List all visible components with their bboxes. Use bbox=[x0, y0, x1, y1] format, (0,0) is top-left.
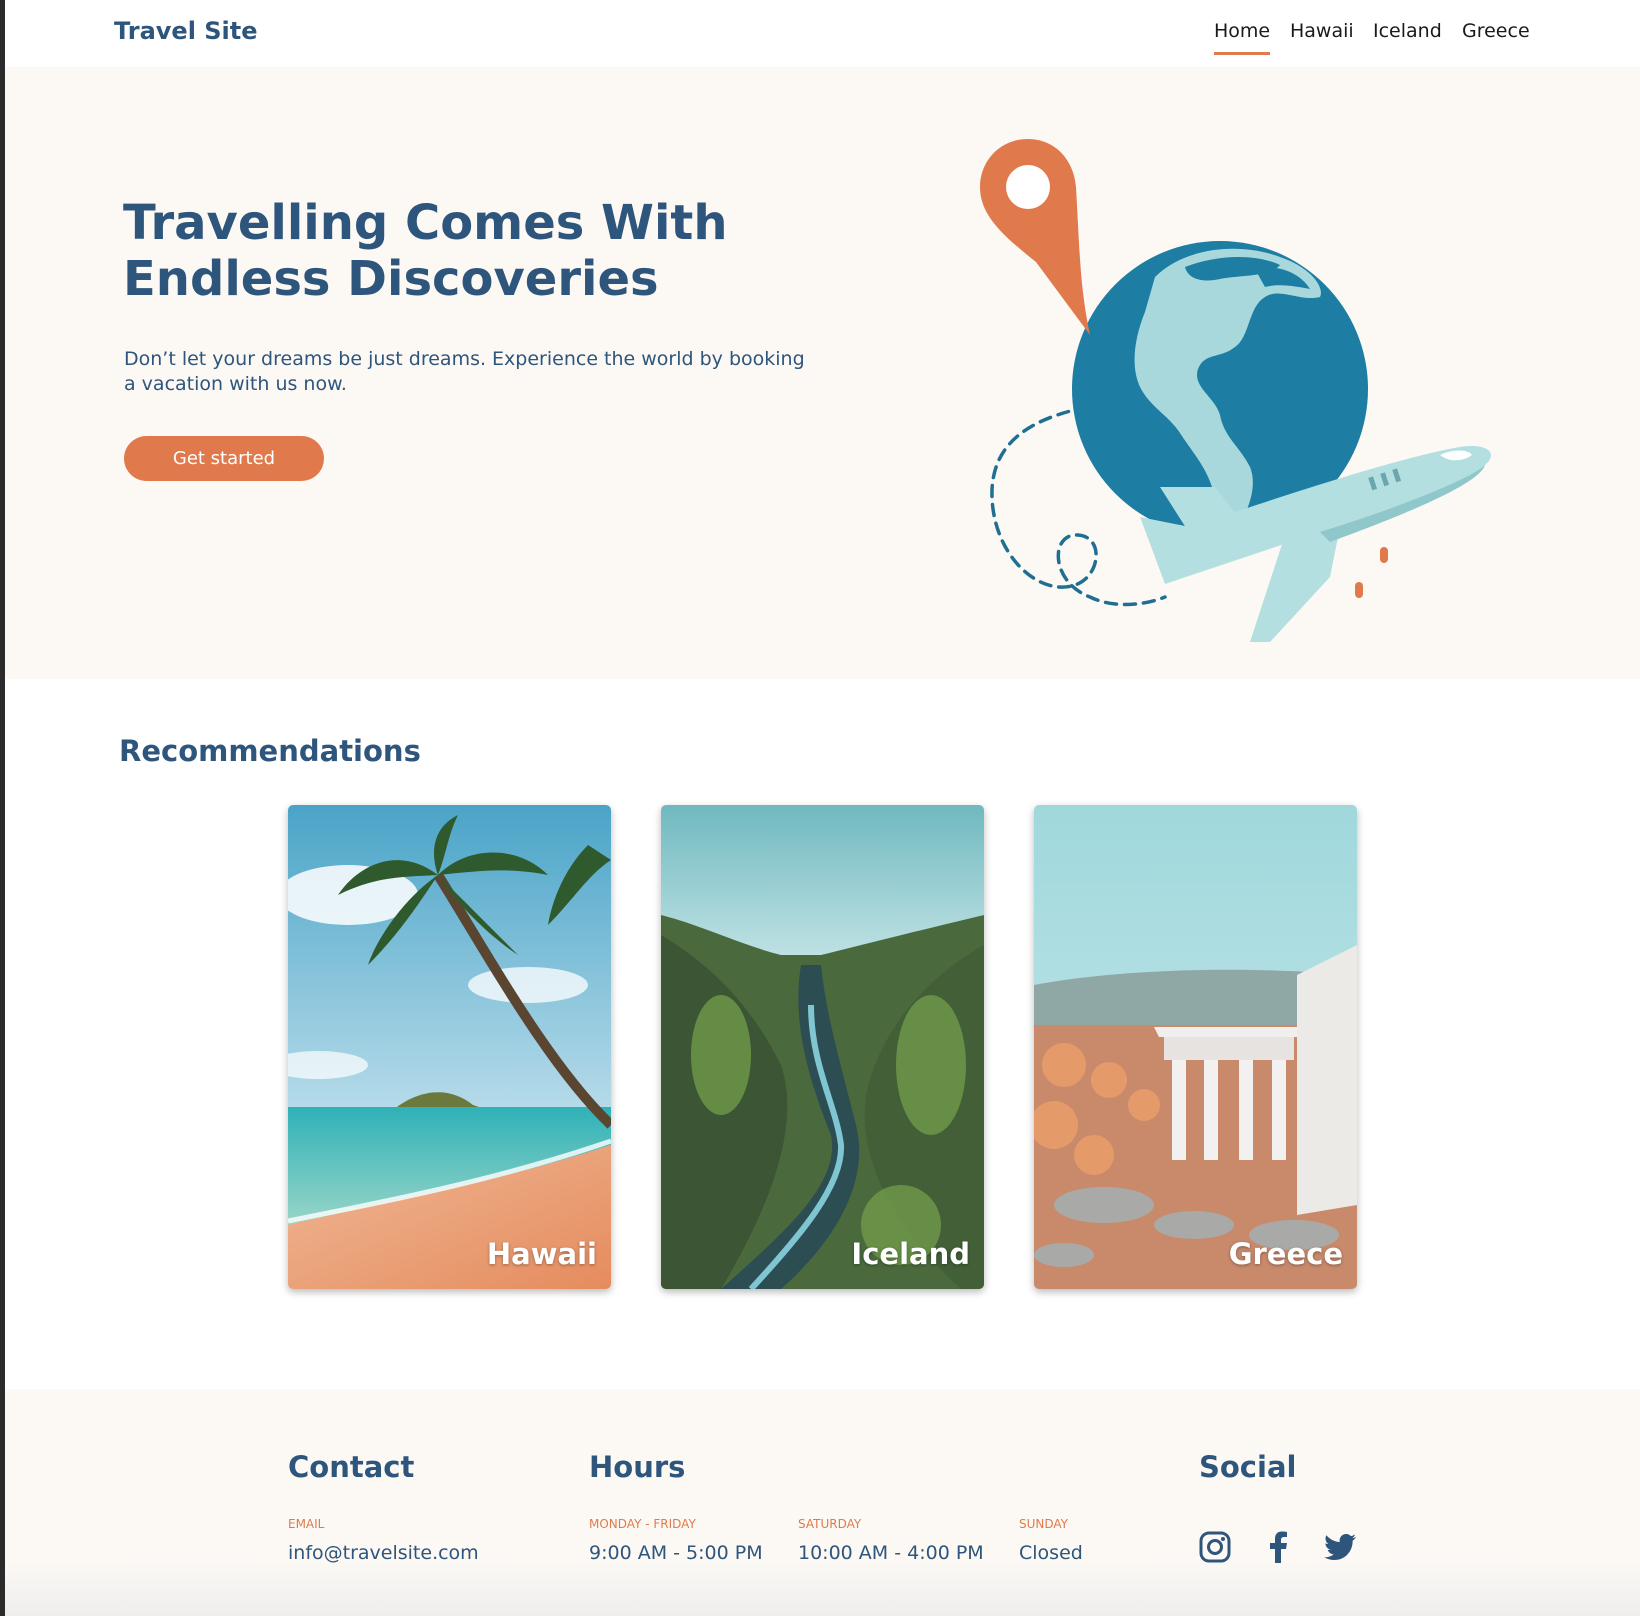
location-pin-icon bbox=[980, 139, 1090, 335]
destination-card-greece[interactable]: Greece bbox=[1034, 805, 1357, 1289]
destination-card-iceland[interactable]: Iceland bbox=[661, 805, 984, 1289]
destination-card-hawaii[interactable]: Hawaii bbox=[288, 805, 611, 1289]
travel-illustration bbox=[980, 139, 1491, 642]
hawaii-image bbox=[288, 805, 611, 1289]
hours-time-weekdays: 9:00 AM - 5:00 PM bbox=[589, 1542, 763, 1564]
hours-day-saturday: SATURDAY bbox=[798, 1517, 862, 1531]
facebook-icon[interactable] bbox=[1262, 1530, 1296, 1564]
hours-time-sunday: Closed bbox=[1019, 1542, 1083, 1564]
nav-item-hawaii[interactable]: Hawaii bbox=[1290, 20, 1354, 42]
instagram-icon[interactable] bbox=[1198, 1530, 1232, 1564]
hours-day-weekdays: MONDAY - FRIDAY bbox=[589, 1517, 696, 1531]
nav-item-greece[interactable]: Greece bbox=[1462, 20, 1530, 42]
footer-bottom-fade bbox=[5, 1560, 1640, 1616]
social-heading: Social bbox=[1199, 1450, 1297, 1484]
hero-section: Travelling Comes With Endless Discoverie… bbox=[5, 67, 1640, 679]
card-label-hawaii: Hawaii bbox=[486, 1237, 597, 1271]
nav-item-home[interactable]: Home bbox=[1214, 20, 1271, 55]
email-label: EMAIL bbox=[288, 1517, 325, 1531]
hours-heading: Hours bbox=[589, 1450, 686, 1484]
contact-heading: Contact bbox=[288, 1450, 415, 1484]
hero-description: Don’t let your dreams be just dreams. Ex… bbox=[124, 348, 805, 395]
hero-title: Travelling Comes With Endless Discoverie… bbox=[123, 195, 728, 307]
nav-item-iceland[interactable]: Iceland bbox=[1373, 20, 1442, 42]
hours-time-saturday: 10:00 AM - 4:00 PM bbox=[798, 1542, 984, 1564]
get-started-button[interactable]: Get started bbox=[124, 436, 324, 481]
iceland-image bbox=[661, 805, 984, 1289]
card-label-greece: Greece bbox=[1228, 1237, 1343, 1271]
recommendations-title: Recommendations bbox=[119, 734, 421, 768]
greece-image bbox=[1034, 805, 1357, 1289]
hours-day-sunday: SUNDAY bbox=[1019, 1517, 1069, 1531]
twitter-icon[interactable] bbox=[1323, 1530, 1357, 1564]
card-label-iceland: Iceland bbox=[851, 1237, 970, 1271]
main-nav: Home Hawaii Iceland Greece bbox=[0, 20, 1640, 60]
email-link[interactable]: info@travelsite.com bbox=[288, 1542, 479, 1564]
